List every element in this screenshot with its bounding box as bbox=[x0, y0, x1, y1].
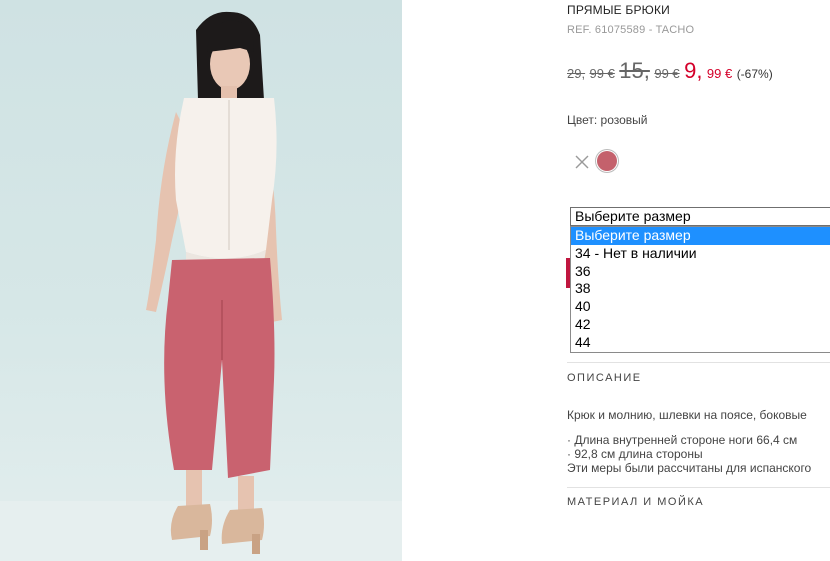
measure-line: · Длина внутренней стороне ноги 66,4 см bbox=[567, 433, 798, 447]
model-figure bbox=[146, 11, 282, 554]
size-option[interactable]: 40 bbox=[571, 298, 830, 316]
original-price-integer: 29, bbox=[567, 66, 586, 81]
measure-line: · 92,8 см длина стороны bbox=[567, 447, 703, 461]
previous-price-integer: 15, bbox=[619, 58, 650, 83]
divider bbox=[567, 487, 830, 488]
description-heading[interactable]: ОПИСАНИЕ bbox=[567, 372, 642, 384]
color-swatch-pink[interactable] bbox=[597, 151, 617, 171]
size-option[interactable]: 38 bbox=[571, 280, 830, 298]
size-dropdown-list[interactable]: Выберите размер 34 - Нет в наличии 36 38… bbox=[570, 226, 830, 353]
color-label: Цвет: розовый bbox=[567, 113, 648, 127]
sale-price-decimal: 99 € bbox=[706, 66, 733, 81]
size-option[interactable]: 42 bbox=[571, 316, 830, 334]
measure-note: Эти меры были рассчитаны для испанского bbox=[567, 461, 812, 475]
discount-badge: (-67%) bbox=[736, 67, 773, 81]
previous-price-decimal: 99 € bbox=[654, 66, 680, 81]
size-select[interactable]: Выберите размер bbox=[570, 207, 830, 226]
size-option[interactable]: 36 bbox=[571, 263, 830, 281]
product-image[interactable] bbox=[0, 0, 402, 561]
product-ref: REF. 61075589 - TACHO bbox=[567, 24, 695, 36]
price-row: 29, 99 € 15, 99 € 9, 99 € (-67%) bbox=[567, 58, 773, 83]
size-option[interactable]: 44 bbox=[571, 334, 830, 352]
description-text: Крюк и молнию, шлевки на поясе, боковые bbox=[567, 408, 807, 422]
original-price-decimal: 99 € bbox=[589, 66, 615, 81]
divider bbox=[567, 362, 830, 363]
description-measures: · Длина внутренней стороне ноги 66,4 см … bbox=[567, 433, 811, 475]
close-icon[interactable] bbox=[574, 154, 590, 170]
size-option[interactable]: Выберите размер bbox=[571, 227, 830, 245]
materials-heading[interactable]: МАТЕРИАЛ И МОЙКА bbox=[567, 496, 704, 508]
sale-price-integer: 9, bbox=[684, 58, 703, 83]
size-option[interactable]: 34 - Нет в наличии bbox=[571, 245, 830, 263]
product-title: ПРЯМЫЕ БРЮКИ bbox=[567, 3, 671, 17]
